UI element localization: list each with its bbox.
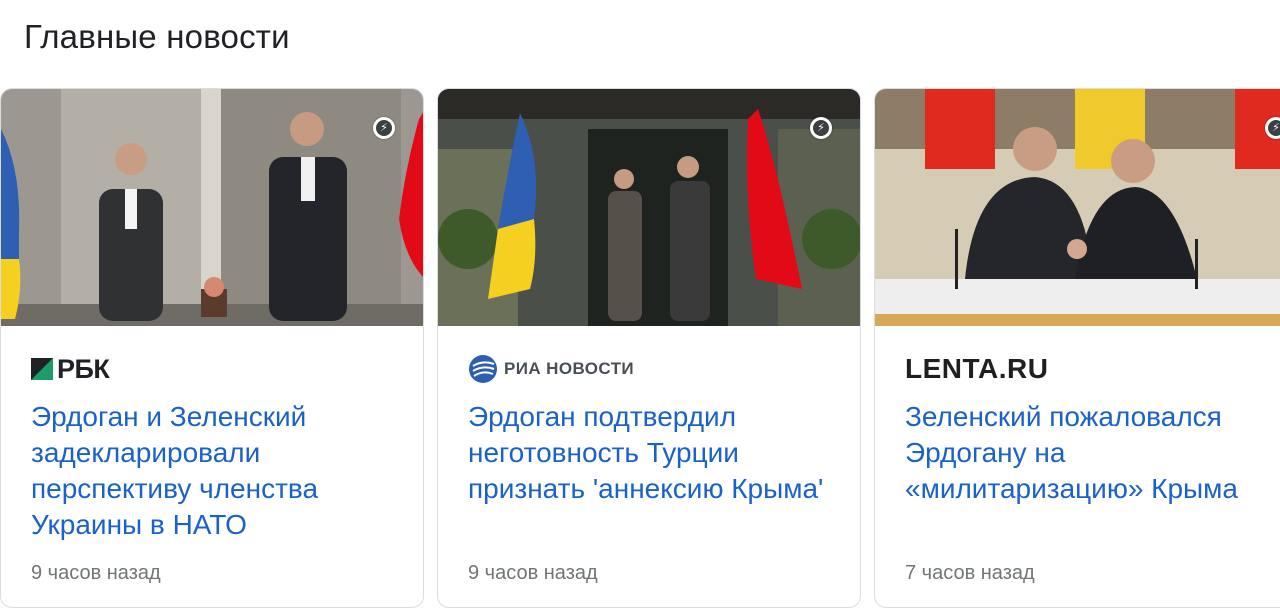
ria-logo-icon xyxy=(469,355,497,383)
timestamp: 7 часов назад xyxy=(905,562,1035,584)
news-card[interactable]: ⚡ РБК Эрдоган и Зеленский задекларировал… xyxy=(0,88,424,608)
news-card[interactable]: ⚡ LENTA.RU Зеленский пожаловался Эрдоган… xyxy=(874,88,1280,608)
news-thumbnail[interactable]: ⚡ xyxy=(1,89,423,326)
timestamp: 9 часов назад xyxy=(31,562,161,584)
source-name: РИА НОВОСТИ xyxy=(504,359,634,378)
lightning-icon: ⚡ xyxy=(373,117,395,139)
source-name: LENTA.RU xyxy=(905,353,1049,384)
source-name: РБК xyxy=(57,353,110,384)
source-logo: LENTA.RU xyxy=(905,353,1049,384)
section-title: Главные новости xyxy=(24,18,290,55)
news-card[interactable]: ⚡ РИА НОВОСТИ Эрдоган подтвердил неготов… xyxy=(437,88,861,608)
headline-link[interactable]: Эрдоган подтвердил неготовность Турции п… xyxy=(468,399,848,507)
rbk-logo-icon xyxy=(31,358,53,380)
lightning-icon: ⚡ xyxy=(1265,117,1280,139)
source-logo: РИА НОВОСТИ xyxy=(468,354,634,384)
headline-link[interactable]: Зеленский пожаловался Эрдогану на «милит… xyxy=(905,399,1280,507)
timestamp: 9 часов назад xyxy=(468,562,598,584)
news-thumbnail[interactable]: ⚡ xyxy=(875,89,1280,326)
lightning-icon: ⚡ xyxy=(810,117,832,139)
news-thumbnail[interactable]: ⚡ xyxy=(438,89,860,326)
source-logo: РБК xyxy=(31,353,110,384)
headline-link[interactable]: Эрдоган и Зеленский задекларировали перс… xyxy=(31,399,411,543)
